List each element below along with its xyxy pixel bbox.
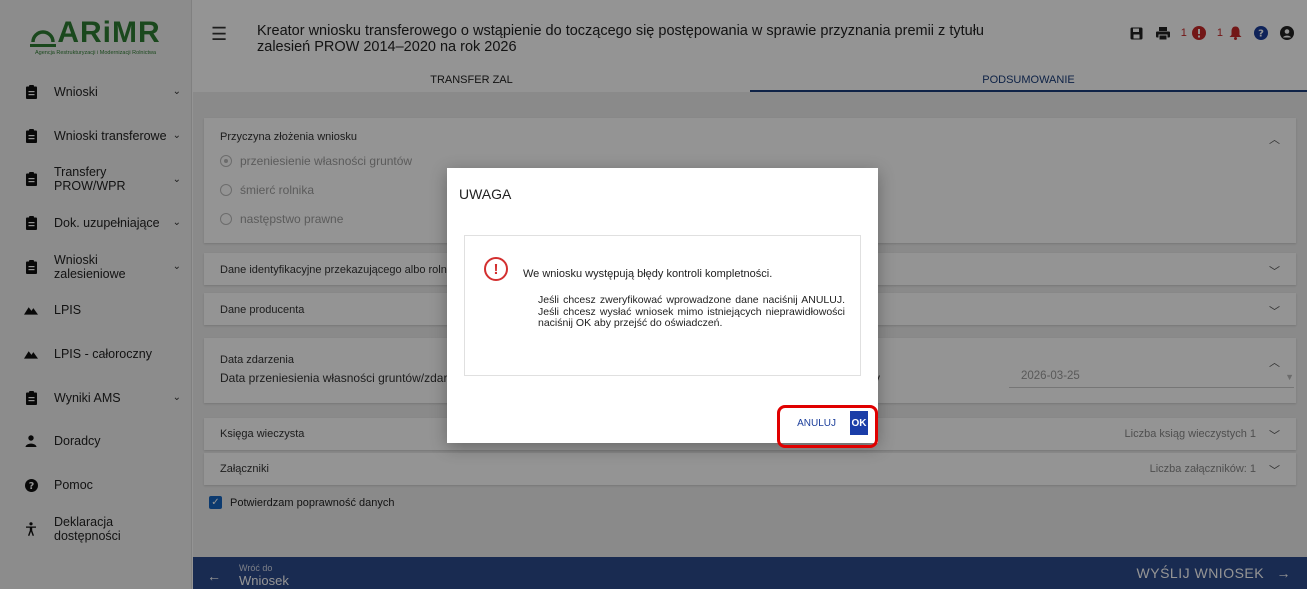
dialog-message-box: ! We wniosku występują błędy kontroli ko…: [464, 235, 861, 376]
dialog-title: UWAGA: [459, 186, 512, 202]
dialog-message-main: We wniosku występują błędy kontroli komp…: [523, 268, 773, 280]
dialog-message-detail: Jeśli chcesz zweryfikować wprowadzone da…: [538, 294, 845, 329]
warning-dialog: UWAGA ! We wniosku występują błędy kontr…: [447, 168, 878, 443]
exclamation-circle-icon: !: [484, 257, 508, 281]
highlight-frame: [777, 405, 878, 448]
